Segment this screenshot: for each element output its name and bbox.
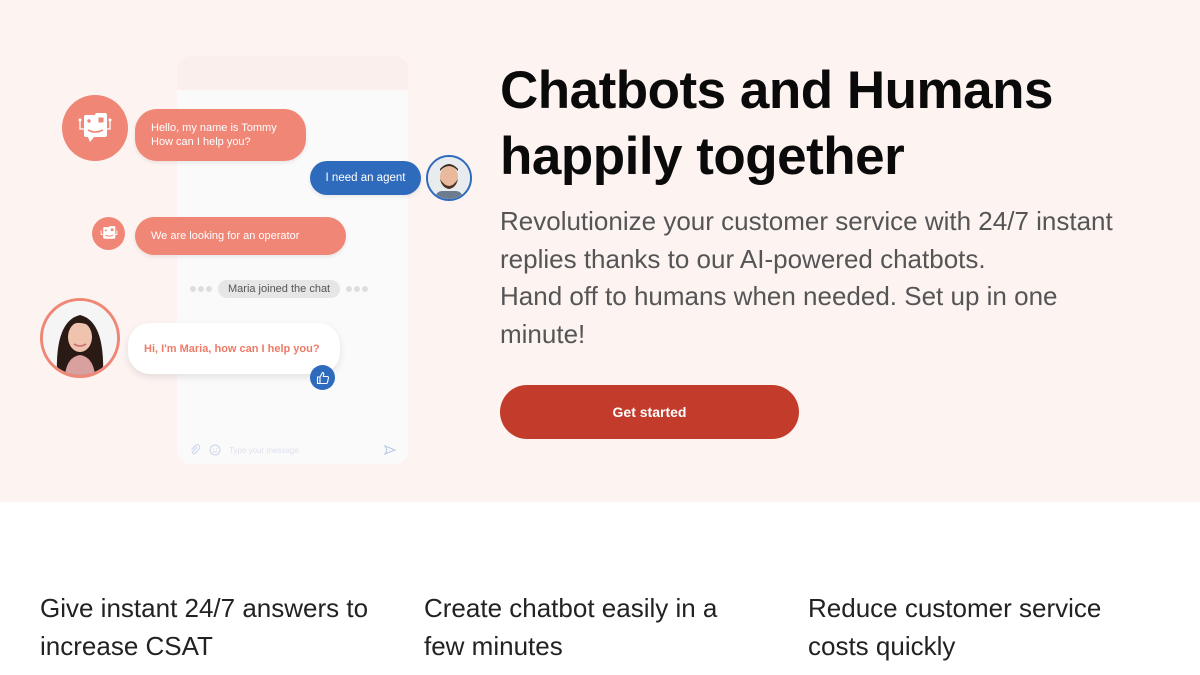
smiley-icon (209, 444, 221, 456)
feature-text: Reduce customer service (808, 593, 1102, 623)
message-text: We are looking for an operator (151, 230, 300, 242)
robot-face-icon (100, 225, 117, 239)
feature-text: costs quickly (808, 630, 956, 661)
subtitle-line: minute! (500, 318, 586, 349)
thumbs-up-icon[interactable] (310, 365, 335, 390)
dots-left (190, 286, 212, 292)
chat-input-row: Type your message (177, 436, 408, 464)
feature-item: Give instant 24/7 answers to increase CS… (40, 590, 368, 665)
message-user: I need an agent (310, 161, 421, 195)
message-input[interactable]: Type your message (229, 446, 376, 455)
bot-avatar-small (92, 217, 125, 250)
paperclip-icon (191, 444, 201, 455)
message-bot-searching: We are looking for an operator (135, 217, 346, 255)
page-title: Chatbots and Humans happily together (500, 58, 1053, 190)
title-line-1: Chatbots and Humans (500, 61, 1053, 120)
get-started-button[interactable]: Get started (500, 385, 799, 439)
feature-text: increase CSAT (40, 630, 213, 661)
bot-avatar-large (62, 95, 128, 161)
message-text: Hi, I'm Maria, how can I help you? (144, 342, 320, 355)
message-text: I need an agent (325, 172, 406, 184)
feature-text: Give instant 24/7 answers to (40, 593, 369, 623)
message-text: Hello, my name is Tommy (151, 122, 277, 134)
hero-section: Type your message Hello, my name is Tomm… (0, 0, 1200, 502)
robot-face-icon (78, 113, 112, 142)
message-bot-greeting: Hello, my name is Tommy How can I help y… (135, 109, 306, 161)
feature-text: few minutes (424, 630, 563, 661)
feature-item: Create chatbot easily in a few minutes (424, 590, 717, 665)
feature-item: Reduce customer service costs quickly (808, 590, 1101, 665)
hero-subtitle: Revolutionize your customer service with… (500, 203, 1180, 353)
agent-photo (40, 298, 120, 378)
send-icon[interactable] (384, 444, 396, 456)
chat-header (177, 56, 408, 90)
user-photo (426, 155, 472, 201)
subtitle-line: Revolutionize your customer service with… (500, 206, 1113, 236)
subtitle-line: replies thanks to our AI-powered chatbot… (500, 243, 986, 274)
dots-right (346, 286, 369, 292)
message-agent: Hi, I'm Maria, how can I help you? (128, 323, 340, 374)
feature-text: Create chatbot easily in a (424, 593, 718, 623)
subtitle-line: Hand off to humans when needed. Set up i… (500, 281, 1058, 311)
title-line-2: happily together (500, 127, 905, 186)
message-text: How can I help you? (151, 136, 251, 148)
system-message-text: Maria joined the chat (218, 280, 341, 298)
system-message: Maria joined the chat (190, 280, 369, 298)
